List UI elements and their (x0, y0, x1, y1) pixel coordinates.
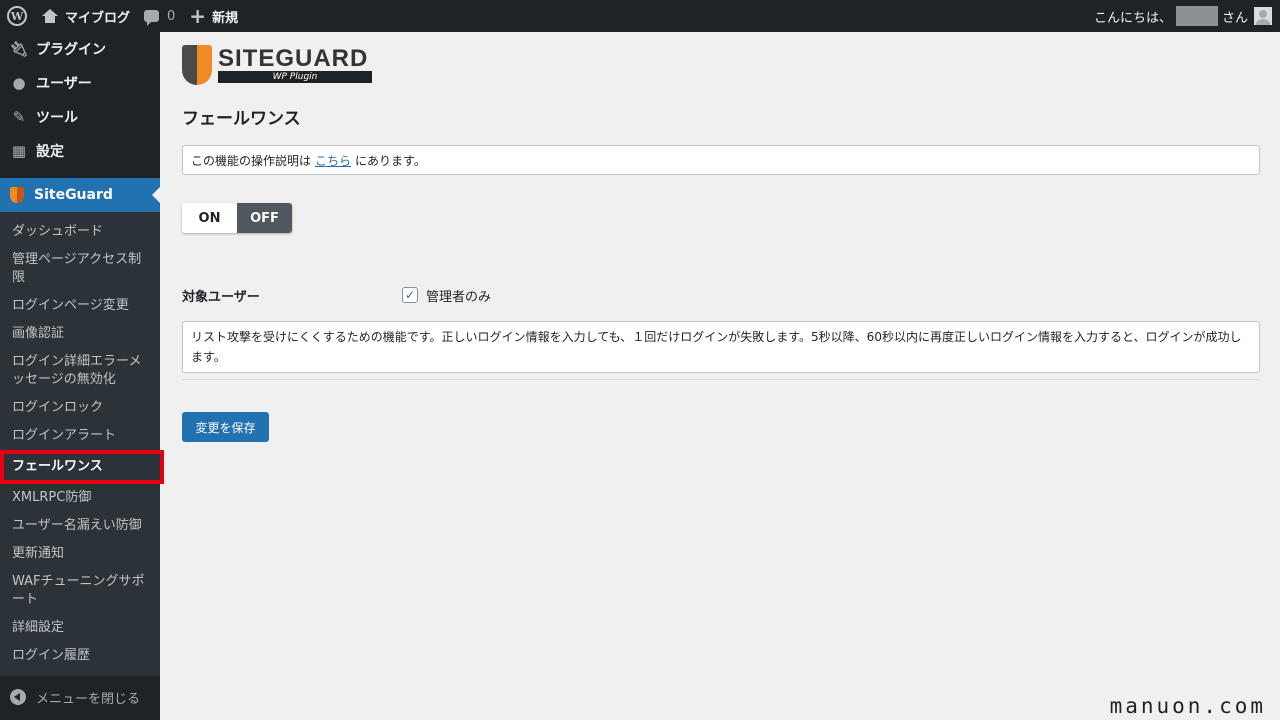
account-menu[interactable]: こんにちは、 さん (1087, 0, 1280, 32)
comment-icon (144, 10, 160, 26)
plus-icon: + (189, 4, 207, 28)
siteguard-shield-icon (10, 187, 24, 203)
submenu-fail-once[interactable]: フェールワンス (0, 450, 164, 484)
help-link[interactable]: こちら (315, 152, 351, 169)
logo-title: SITEGUARD (218, 45, 369, 72)
menu-users[interactable]: ● ユーザー (0, 66, 160, 100)
menu-label: 設定 (36, 144, 64, 160)
admin-bar: W マイブログ 0 + 新規 こんにちは、 さん (0, 0, 1280, 32)
logo-subtitle: WP Plugin (218, 71, 372, 83)
submenu-advanced[interactable]: 詳細設定 (0, 614, 160, 642)
submenu-captcha[interactable]: 画像認証 (0, 320, 160, 348)
submenu-login-page-change[interactable]: ログインページ変更 (0, 292, 160, 320)
submenu-admin-access[interactable]: 管理ページアクセス制限 (0, 246, 160, 292)
siteguard-submenu: ダッシュボード 管理ページアクセス制限 ログインページ変更 画像認証 ログイン詳… (0, 212, 164, 676)
site-name-menu[interactable]: マイブログ (34, 0, 137, 32)
menu-settings[interactable]: ▦ 設定 (0, 134, 160, 168)
toggle-off-button[interactable]: OFF (237, 203, 292, 233)
wrench-icon: ✎ (12, 108, 26, 126)
admin-only-label[interactable]: 管理者のみ (426, 286, 491, 305)
user-icon: ● (12, 74, 26, 92)
new-label: 新規 (212, 10, 239, 26)
submenu-xmlrpc[interactable]: XMLRPC防御 (0, 484, 160, 512)
submenu-login-alert[interactable]: ログインアラート (0, 422, 160, 450)
comments-count: 0 (167, 8, 176, 24)
target-user-label: 対象ユーザー (182, 289, 260, 305)
menu-siteguard[interactable]: SiteGuard (0, 178, 160, 212)
help-notice: この機能の操作説明は こちら にあります。 (182, 145, 1260, 175)
submenu-update-notify[interactable]: 更新通知 (0, 540, 160, 568)
new-content-menu[interactable]: + 新規 (182, 0, 245, 32)
avatar (1254, 7, 1272, 25)
target-user-row: 対象ユーザー ✓ 管理者のみ (182, 285, 1260, 305)
collapse-icon (10, 689, 26, 705)
submenu-login-error-disable[interactable]: ログイン詳細エラーメッセージの無効化 (0, 348, 160, 394)
wp-logo-menu[interactable]: W (0, 0, 34, 32)
siteguard-logo: SITEGUARD WP Plugin (182, 42, 1260, 88)
admin-only-checkbox[interactable]: ✓ (402, 287, 418, 303)
save-changes-button[interactable]: 変更を保存 (182, 412, 269, 442)
greeting: こんにちは、 (1093, 10, 1172, 26)
page-title: フェールワンス (182, 109, 301, 129)
feature-description: リスト攻撃を受けにくくするための機能です。正しいログイン情報を入力しても、１回だ… (182, 321, 1260, 373)
site-name: マイブログ (65, 10, 131, 26)
divider (182, 379, 1260, 380)
watermark: manuon.com (1109, 694, 1266, 718)
siteguard-logo-icon (182, 45, 212, 85)
comments-menu[interactable]: 0 (137, 0, 182, 32)
submenu-login-history[interactable]: ログイン履歴 (0, 642, 160, 670)
submenu-waf-tuning[interactable]: WAFチューニングサポート (0, 568, 160, 614)
settings-icon: ▦ (11, 142, 27, 160)
submenu-login-lock[interactable]: ログインロック (0, 394, 160, 422)
admin-sidebar: 🔌︎ プラグイン ● ユーザー ✎ ツール ▦ 設定 SiteGuard ダッシ… (0, 32, 164, 720)
feature-toggle: ON OFF (182, 203, 292, 233)
home-icon (41, 9, 59, 23)
collapse-menu-button[interactable]: メニューを閉じる (0, 680, 160, 714)
wordpress-icon: W (7, 6, 27, 26)
menu-plugins[interactable]: 🔌︎ プラグイン (0, 32, 160, 66)
submenu-username-protect[interactable]: ユーザー名漏えい防御 (0, 512, 160, 540)
collapse-label: メニューを閉じる (36, 691, 141, 707)
menu-tools[interactable]: ✎ ツール (0, 100, 160, 134)
toggle-on-button[interactable]: ON (182, 203, 237, 233)
notice-prefix: この機能の操作説明は (191, 153, 312, 168)
submenu-dashboard[interactable]: ダッシュボード (0, 218, 160, 246)
username-redacted (1175, 6, 1218, 26)
plugin-icon: 🔌︎ (9, 40, 29, 58)
notice-suffix: にあります。 (355, 153, 426, 168)
menu-label: SiteGuard (34, 187, 113, 203)
menu-label: プラグイン (36, 42, 106, 58)
greeting-suffix: さん (1221, 10, 1248, 26)
main-content: SITEGUARD WP Plugin フェールワンス この機能の操作説明は こ… (160, 32, 1280, 720)
menu-label: ツール (36, 110, 78, 126)
menu-label: ユーザー (36, 76, 92, 92)
